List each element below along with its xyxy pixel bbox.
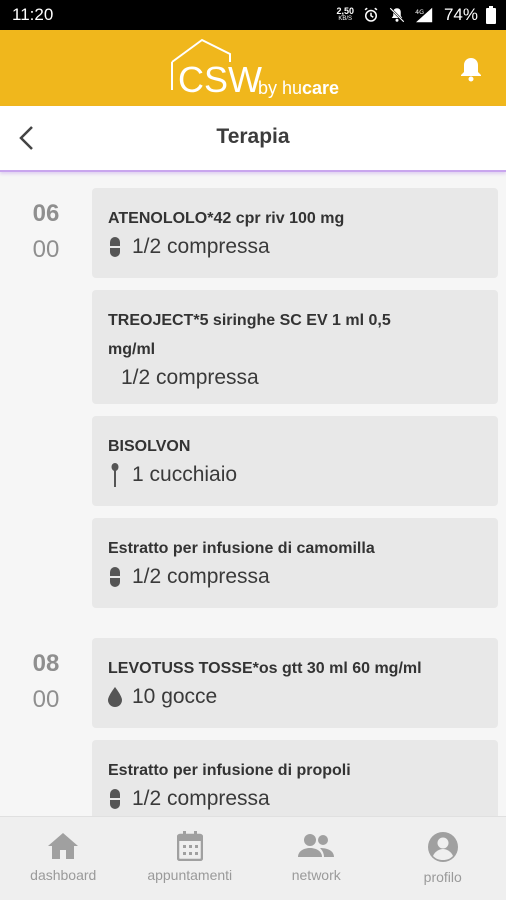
signal-icon: 4G	[414, 6, 436, 24]
status-icons: 2,50 KB/S 4G 74%	[336, 5, 496, 25]
medication-card[interactable]: Estratto per infusione di camomilla 1/2 …	[92, 518, 498, 608]
medication-card[interactable]: TREOJECT*5 siringhe SC EV 1 ml 0,5 mg/ml…	[92, 290, 498, 404]
medication-card[interactable]: ATENOLOLO*42 cpr riv 100 mg 1/2 compress…	[92, 188, 498, 278]
dose-row: 1/2 compressa	[108, 565, 482, 589]
pill-icon	[108, 567, 122, 587]
time-label: 08 00	[0, 646, 92, 718]
dose-row: 1 cucchiaio	[108, 463, 482, 487]
account-icon	[427, 832, 458, 862]
medication-name: LEVOTUSS TOSSE*os gtt 30 ml 60 mg/ml	[108, 660, 422, 677]
alarm-icon	[362, 6, 380, 24]
svg-text:hu: hu	[282, 78, 302, 98]
time-hour: 08	[32, 650, 60, 677]
calendar-icon	[176, 831, 203, 861]
battery-percent: 74%	[443, 5, 478, 24]
svg-text:care: care	[302, 78, 339, 98]
svg-text:CSW: CSW	[178, 59, 262, 100]
nav-label: profilo	[423, 869, 462, 885]
medication-name: ATENOLOLO*42 cpr riv 100 mg	[108, 210, 345, 227]
svg-text:by: by	[258, 78, 277, 98]
medication-name: TREOJECT*5 siringhe SC EV 1 ml 0,5	[108, 312, 391, 329]
dose-text: 1/2 compressa	[132, 565, 270, 588]
medication-name: Estratto per infusione di camomilla	[108, 540, 375, 557]
battery-icon	[486, 6, 496, 24]
dose-text: 1/2 compressa	[132, 235, 270, 258]
time-label: 06 00	[0, 196, 92, 268]
dose-row: 1/2 compressa	[108, 366, 482, 390]
bottom-navigation: dashboard appuntamenti network profilo	[0, 816, 506, 900]
dose-row: 10 gocce	[108, 685, 482, 709]
pill-icon	[108, 237, 122, 257]
dose-text: 1 cucchiaio	[132, 463, 238, 486]
nav-label: dashboard	[30, 867, 97, 883]
dose-text: 1/2 compressa	[132, 787, 270, 810]
nav-label: network	[291, 867, 341, 883]
medication-name: BISOLVON	[108, 438, 191, 455]
brand-header: CSW by hu care	[0, 30, 506, 106]
drop-icon	[108, 687, 122, 707]
medication-card[interactable]: BISOLVON 1 cucchiaio	[92, 416, 498, 506]
svg-text:4G: 4G	[415, 9, 424, 16]
bell-icon[interactable]	[460, 56, 482, 87]
home-icon	[48, 833, 79, 859]
status-bar: 11:20 2,50 KB/S 4G 74%	[0, 0, 506, 30]
status-time: 11:20	[12, 5, 54, 24]
csw-hucare-logo: CSW by hu care	[164, 36, 349, 100]
dose-text: 10 gocce	[132, 685, 218, 708]
medication-name-cont: mg/ml	[108, 341, 156, 358]
dose-text: 1/2 compressa	[121, 366, 259, 389]
nav-appuntamenti[interactable]: appuntamenti	[127, 817, 254, 900]
nav-label: appuntamenti	[147, 867, 233, 883]
network-speed: 2,50 KB/S	[336, 6, 354, 23]
people-icon	[298, 834, 335, 857]
therapy-list[interactable]: 06 00 ATENOLOLO*42 cpr riv 100 mg 1/2 co…	[0, 174, 506, 816]
nav-profilo[interactable]: profilo	[380, 817, 506, 900]
medication-name: Estratto per infusione di propoli	[108, 762, 351, 779]
pill-icon	[108, 789, 122, 809]
time-minute: 00	[32, 236, 60, 263]
nav-network[interactable]: network	[253, 817, 380, 900]
page-title: Terapia	[216, 125, 290, 148]
nav-dashboard[interactable]: dashboard	[0, 817, 127, 900]
notifications-off-icon	[388, 6, 406, 24]
medication-card[interactable]: LEVOTUSS TOSSE*os gtt 30 ml 60 mg/ml 10 …	[92, 638, 498, 728]
dose-row: 1/2 compressa	[108, 235, 482, 259]
time-hour: 06	[32, 200, 60, 227]
medication-card[interactable]: Estratto per infusione di propoli 1/2 co…	[92, 740, 498, 816]
title-bar: Terapia	[0, 106, 506, 172]
dose-row: 1/2 compressa	[108, 787, 482, 811]
time-minute: 00	[32, 686, 60, 713]
spoon-icon	[108, 463, 122, 487]
